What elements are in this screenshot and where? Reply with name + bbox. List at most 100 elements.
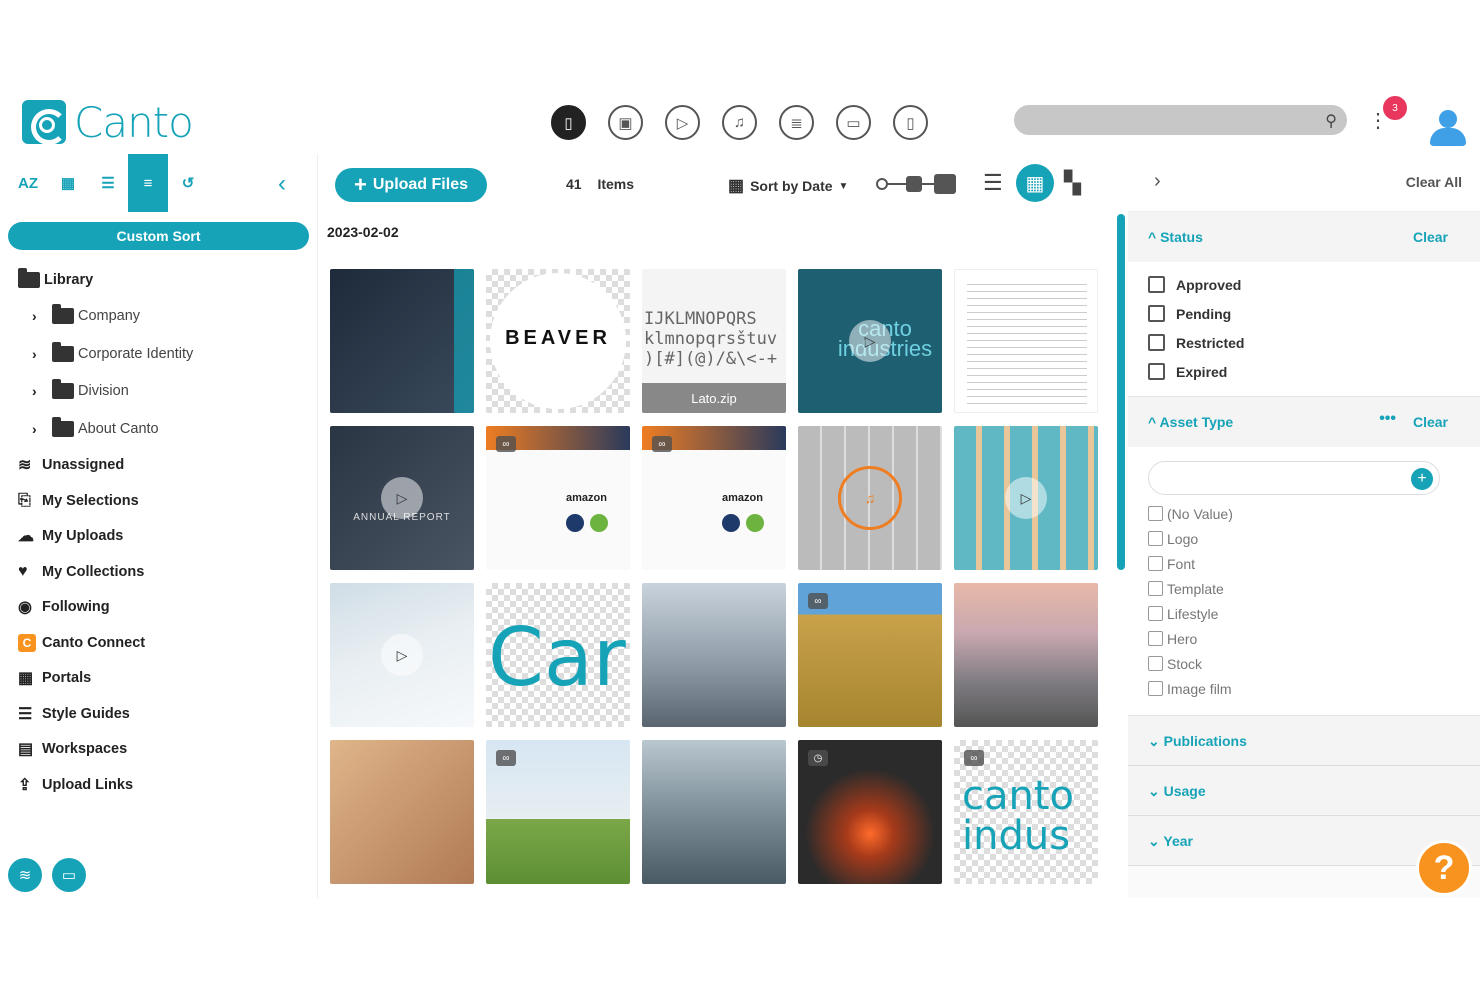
status-option[interactable]: Approved [1128,270,1480,299]
video-icon[interactable]: ▷ [665,105,700,140]
custom-sort-button[interactable]: Custom Sort [8,222,309,250]
checkbox[interactable] [1148,305,1165,322]
sidebar-item-following[interactable]: ◉ Following [0,590,317,626]
checkbox[interactable] [1148,556,1163,571]
presentation-icon[interactable]: ▭ [836,105,871,140]
asset-tile[interactable]: BEAVER [486,269,630,413]
document-icon[interactable]: ≣ [779,105,814,140]
usage-section-header[interactable]: ⌄ Usage [1128,766,1480,816]
audio-ring-icon[interactable]: ♫ [838,466,902,530]
sort-alphabetical-button[interactable]: AZ [8,154,48,212]
asset-tile[interactable] [330,740,474,884]
asset-tile[interactable]: ▷ [954,426,1098,570]
sort-calendar-icon[interactable]: ▦ [48,154,88,212]
clear-all-button[interactable]: Clear All [1406,174,1462,190]
sidebar-item-my-uploads[interactable]: ☁ My Uploads [0,519,317,555]
asset-tile[interactable]: ∞ canto indus [954,740,1098,884]
user-avatar[interactable] [1428,110,1468,150]
asset-tile[interactable]: ∞ [798,583,942,727]
collapse-sidebar-icon[interactable]: ‹ [278,170,286,198]
asset-type-option[interactable]: Image film [1128,676,1480,701]
help-button[interactable]: ? [1416,840,1472,896]
other-file-icon[interactable]: ▯ [893,105,928,140]
checkbox[interactable] [1148,606,1163,621]
image-icon[interactable]: ▣ [608,105,643,140]
asset-type-option[interactable]: Font [1128,551,1480,576]
play-icon[interactable]: ▷ [381,634,423,676]
asset-tile[interactable]: canto industries ▷ [798,269,942,413]
checkbox[interactable] [1148,334,1165,351]
sidebar-item-canto-connect[interactable]: C Canto Connect [0,625,317,661]
grid-view-icon[interactable]: ▦ [1016,164,1054,202]
audio-icon[interactable]: ♫ [722,105,757,140]
asset-type-option[interactable]: Hero [1128,626,1480,651]
folder-item[interactable]: › Company [0,298,317,336]
checkbox[interactable] [1148,363,1165,380]
play-icon[interactable]: ▷ [849,320,891,362]
asset-tile[interactable]: ▷ [330,583,474,727]
canto-logo[interactable]: Canto [22,98,194,147]
play-icon[interactable]: ▷ [381,477,423,519]
sidebar-item-unassigned[interactable]: ≋ Unassigned [0,448,317,484]
asset-tile[interactable] [642,740,786,884]
more-options-icon[interactable]: ••• [1379,410,1396,428]
asset-type-option[interactable]: Stock [1128,651,1480,676]
notification-badge[interactable]: 3 [1383,96,1407,120]
refresh-icon[interactable]: ↺ [168,154,208,212]
stack-icon[interactable]: ≋ [8,858,42,892]
sidebar-item-my-collections[interactable]: ♥ My Collections [0,554,317,590]
slider-min-handle[interactable] [876,178,888,190]
asset-tile[interactable]: ANNUAL REPORT ▷ [330,426,474,570]
slider-handle[interactable] [906,176,922,192]
asset-tile[interactable]: ∞ [486,740,630,884]
search-input[interactable] [1014,105,1304,135]
folder-round-icon[interactable]: ▭ [52,858,86,892]
asset-tile[interactable]: ◷ [798,740,942,884]
sidebar-item-style-guides[interactable]: ☰ Style Guides [0,696,317,732]
sidebar-item-library[interactable]: Library [0,262,317,298]
add-icon[interactable]: + [1411,468,1433,490]
search-bar[interactable]: ⚲ [1014,105,1347,135]
folder-item[interactable]: › About Canto [0,410,317,448]
chevron-right-icon[interactable]: › [32,346,52,362]
checkbox[interactable] [1148,681,1163,696]
thumbnail-size-slider[interactable] [876,174,956,194]
asset-type-search-input[interactable]: + [1148,461,1440,495]
sort-stack-icon[interactable]: ☰ [88,154,128,212]
checkbox[interactable] [1148,631,1163,646]
chevron-right-icon[interactable]: › [1154,170,1161,193]
checkbox[interactable] [1148,656,1163,671]
grid-scrollbar[interactable] [1117,214,1125,570]
status-option[interactable]: Expired [1128,357,1480,386]
asset-type-clear-button[interactable]: Clear [1413,414,1448,430]
checkbox[interactable] [1148,276,1165,293]
asset-tile[interactable] [954,583,1098,727]
folder-item[interactable]: › Division [0,373,317,411]
status-option[interactable]: Pending [1128,299,1480,328]
checkbox[interactable] [1148,581,1163,596]
chevron-right-icon[interactable]: › [32,421,52,437]
status-option[interactable]: Restricted [1128,328,1480,357]
chevron-right-icon[interactable]: › [32,308,52,324]
sort-custom-icon[interactable]: ≡ [128,154,168,212]
sidebar-item-upload-links[interactable]: ⇪ Upload Links [0,767,317,803]
status-clear-button[interactable]: Clear [1413,229,1448,245]
asset-type-option[interactable]: (No Value) [1128,501,1480,526]
asset-tile[interactable] [954,269,1098,413]
asset-tile[interactable] [642,583,786,727]
checkbox[interactable] [1148,506,1163,521]
checkbox[interactable] [1148,531,1163,546]
asset-tile[interactable] [330,269,474,413]
all-files-icon[interactable]: ▯ [551,105,586,140]
sidebar-item-my-selections[interactable]: ⎘ My Selections [0,483,317,519]
search-icon[interactable]: ⚲ [1325,111,1337,131]
upload-files-button[interactable]: + Upload Files [335,168,487,202]
status-section-header[interactable]: ^ Status Clear [1128,212,1480,262]
asset-tile[interactable]: ♫ [798,426,942,570]
sidebar-item-portals[interactable]: ▦ Portals [0,661,317,697]
publications-section-header[interactable]: ⌄ Publications [1128,716,1480,766]
asset-tile[interactable]: ∞ amazon [642,426,786,570]
sort-by-date-dropdown[interactable]: ▦ Sort by Date ▼ [728,176,848,196]
asset-tile[interactable]: Car [486,583,630,727]
mosaic-view-icon[interactable]: ▚ [1064,170,1081,196]
